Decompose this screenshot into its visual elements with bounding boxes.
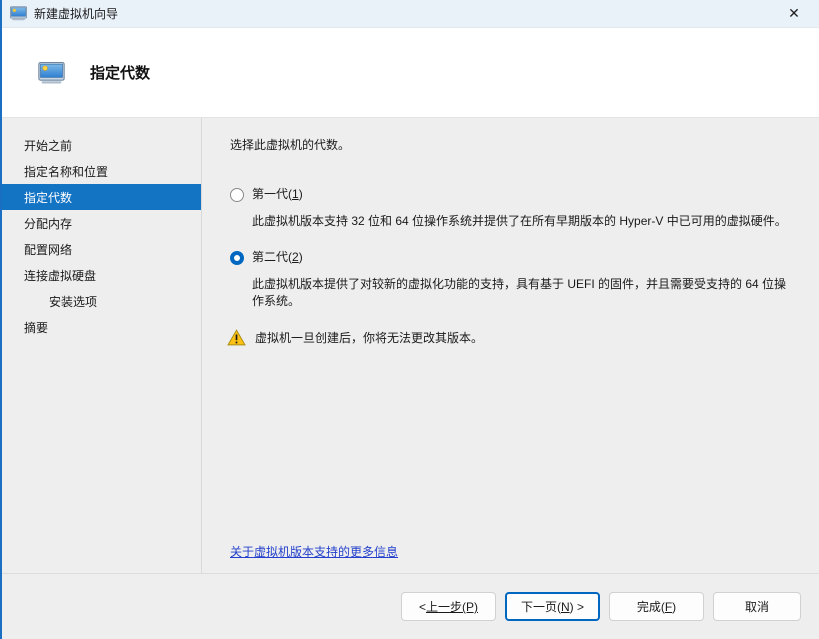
generation-support-help-link[interactable]: 关于虚拟机版本支持的更多信息 bbox=[230, 544, 398, 561]
radio-unchecked-icon[interactable] bbox=[230, 187, 244, 202]
sidebar-item-specify-generation[interactable]: 指定代数 bbox=[2, 184, 201, 210]
access-key: F bbox=[664, 599, 673, 614]
wizard-steps-sidebar: 开始之前 指定名称和位置 指定代数 分配内存 配置网络 连接虚拟硬盘 安装选项 … bbox=[2, 118, 202, 573]
sidebar-item-connect-virtual-hard-disk[interactable]: 连接虚拟硬盘 bbox=[2, 262, 201, 288]
generation-prompt: 选择此虚拟机的代数。 bbox=[230, 138, 351, 152]
sidebar-item-configure-networking[interactable]: 配置网络 bbox=[2, 236, 201, 262]
label-text: 下一页( bbox=[520, 600, 561, 614]
generation-warning: 虚拟机一旦创建后，你将无法更改其版本。 bbox=[227, 329, 789, 347]
warning-text: 虚拟机一旦创建后，你将无法更改其版本。 bbox=[255, 331, 484, 345]
wizard-header: 指定代数 bbox=[2, 28, 819, 118]
sidebar-item-assign-memory[interactable]: 分配内存 bbox=[2, 210, 201, 236]
radio-checked-icon[interactable] bbox=[230, 250, 244, 265]
label-text: ) > bbox=[569, 599, 584, 614]
title-bar: 新建虚拟机向导 ✕ bbox=[2, 0, 819, 28]
generation2-radio-label[interactable]: 第二代(2) bbox=[252, 249, 303, 266]
label-text: ) bbox=[298, 250, 303, 264]
cancel-button[interactable]: 取消 bbox=[713, 592, 801, 621]
label-text: < bbox=[418, 599, 426, 614]
window-title: 新建虚拟机向导 bbox=[34, 7, 119, 21]
vm-monitor-icon bbox=[38, 61, 65, 83]
generation1-radio-row[interactable]: 第一代(1) bbox=[230, 186, 789, 203]
label-text: 第二代( bbox=[252, 250, 292, 264]
main-pane: 选择此虚拟机的代数。 第一代(1) 此虚拟机版本支持 32 位和 64 位操作系… bbox=[202, 118, 819, 573]
generation2-radio-row[interactable]: 第二代(2) bbox=[230, 249, 789, 266]
label-text: ) bbox=[672, 599, 677, 614]
content-area: 开始之前 指定名称和位置 指定代数 分配内存 配置网络 连接虚拟硬盘 安装选项 … bbox=[2, 118, 819, 573]
vm-monitor-icon bbox=[10, 6, 27, 21]
sidebar-item-name-and-location[interactable]: 指定名称和位置 bbox=[2, 158, 201, 184]
page-title: 指定代数 bbox=[90, 65, 151, 82]
previous-button[interactable]: < 上一步(P) bbox=[401, 592, 496, 621]
access-key: 上一步(P) bbox=[426, 600, 478, 614]
generation1-radio-label[interactable]: 第一代(1) bbox=[252, 186, 303, 203]
label-text: 第一代( bbox=[252, 187, 292, 201]
next-button[interactable]: 下一页(N) > bbox=[505, 592, 600, 621]
label-text: 完成( bbox=[636, 600, 665, 614]
label-text: ) bbox=[298, 187, 303, 201]
generation1-description: 此虚拟机版本支持 32 位和 64 位操作系统并提供了在所有早期版本的 Hype… bbox=[252, 214, 787, 228]
new-vm-wizard-window: 新建虚拟机向导 ✕ 指定代数 开始之前 指定名称和位置 指定代数 分配内存 配置… bbox=[0, 0, 819, 639]
sidebar-item-summary[interactable]: 摘要 bbox=[2, 314, 201, 340]
sidebar-item-before-you-begin[interactable]: 开始之前 bbox=[2, 132, 201, 158]
access-key: 2 bbox=[292, 250, 299, 264]
close-icon[interactable]: ✕ bbox=[777, 2, 811, 26]
sidebar-item-installation-options[interactable]: 安装选项 bbox=[2, 288, 201, 314]
generation2-description: 此虚拟机版本提供了对较新的虚拟化功能的支持，具有基于 UEFI 的固件，并且需要… bbox=[252, 277, 787, 308]
warning-triangle-icon bbox=[227, 329, 246, 346]
wizard-footer: < 上一步(P) 下一页(N) > 完成(F) 取消 bbox=[2, 573, 819, 639]
finish-button[interactable]: 完成(F) bbox=[609, 592, 704, 621]
access-key: 1 bbox=[292, 187, 299, 201]
access-key: N bbox=[560, 599, 570, 614]
